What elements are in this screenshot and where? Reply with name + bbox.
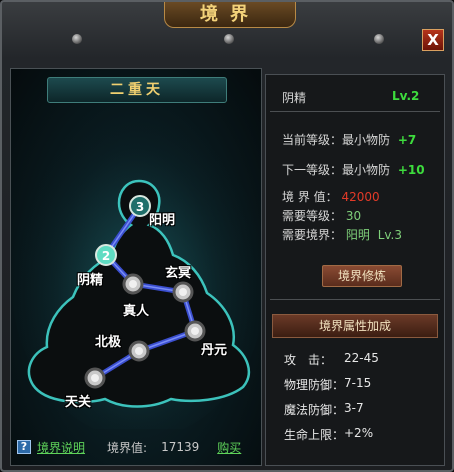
realm-detail-panel: 阴精 Lv.2 当前等级：最小物防 +7 下一等级：最小物防 +10 境 界 值… xyxy=(265,74,445,466)
node-label-danyuan: 丹元 xyxy=(201,343,228,358)
attr-phys-def-value: 7-15 xyxy=(344,376,372,390)
node-label-xuanming: 玄冥 xyxy=(165,266,192,281)
close-button[interactable]: X xyxy=(422,29,444,51)
realm-value: 17139 xyxy=(161,440,200,454)
node-label-yangming: 阳明 xyxy=(149,213,176,228)
next-level-row: 下一等级：最小物防 +10 xyxy=(282,161,425,178)
realm-node-beiji[interactable] xyxy=(128,340,150,362)
attr-hp-value: +2% xyxy=(344,426,374,440)
divider xyxy=(270,299,440,300)
realm-node-yinjing[interactable]: 2 xyxy=(95,244,117,266)
realm-node-yangming-number: 3 xyxy=(136,200,144,214)
bonus-section-header: 境界属性加成 xyxy=(272,314,438,338)
realm-node-danyuan[interactable] xyxy=(184,320,206,342)
realm-window: 境界 X 二重天 2 3 阳明 阴精 玄冥 真人 北极 丹元 天关 ? 境界说明… xyxy=(0,0,454,472)
window-title: 境界 xyxy=(164,2,296,28)
required-realm-level: Lv.3 xyxy=(377,228,402,242)
required-level-row: 需要等级： 30 xyxy=(282,207,361,224)
current-level-row: 当前等级：最小物防 +7 xyxy=(282,131,416,148)
meditation-figure: 2 3 xyxy=(11,119,263,429)
realm-value-req-label: 境 界 值： xyxy=(282,190,338,204)
attr-phys-def-label: 物理防御： xyxy=(284,378,345,392)
node-label-yinjing: 阴精 xyxy=(77,273,104,288)
realm-node-zhenren[interactable] xyxy=(122,273,144,295)
realm-node-xuanming[interactable] xyxy=(172,281,194,303)
buy-link[interactable]: 购买 xyxy=(217,439,241,456)
attr-magic-def-label: 魔法防御： xyxy=(284,403,345,417)
next-level-label: 下一等级：最小物防 xyxy=(282,163,391,177)
required-level-label: 需要等级： xyxy=(282,209,343,223)
realm-value-req: 42000 xyxy=(341,190,380,204)
realm-footer: ? 境界说明 境界值: 17139 购买 xyxy=(11,429,261,465)
help-icon[interactable]: ? xyxy=(17,440,31,454)
current-level-label: 当前等级：最小物防 xyxy=(282,133,391,147)
realm-help-link[interactable]: 境界说明 xyxy=(37,439,85,456)
node-name: 阴精 xyxy=(282,91,307,105)
realm-map-panel: 二重天 2 3 阳明 阴精 玄冥 真人 北极 丹元 天关 ? 境界说明 境界值:… xyxy=(10,68,263,466)
next-level-bonus: +10 xyxy=(397,163,425,177)
node-level: Lv.2 xyxy=(392,89,420,103)
required-realm-name: 阳明 xyxy=(345,228,370,242)
cultivate-button[interactable]: 境界修炼 xyxy=(322,265,402,287)
current-level-bonus: +7 xyxy=(397,133,417,147)
rivet-icon xyxy=(72,34,82,44)
required-realm-row: 需要境界： 阳明 Lv.3 xyxy=(282,226,402,243)
realm-node-tianguan[interactable] xyxy=(84,367,106,389)
required-level: 30 xyxy=(345,209,362,223)
divider xyxy=(270,111,440,112)
rivet-icon xyxy=(374,34,384,44)
realm-node-yangming[interactable]: 3 xyxy=(129,195,151,217)
attr-attack-value: 22-45 xyxy=(344,351,379,365)
node-label-tianguan: 天关 xyxy=(65,395,92,410)
realm-value-row: 境 界 值： 42000 xyxy=(282,188,380,205)
node-label-beiji: 北极 xyxy=(95,335,122,350)
attr-attack-label: 攻 击： xyxy=(284,353,333,367)
realm-node-yinjing-number: 2 xyxy=(102,249,110,263)
realm-value-label: 境界值: xyxy=(107,440,148,455)
node-label-zhenren: 真人 xyxy=(123,304,150,319)
required-realm-label: 需要境界： xyxy=(282,228,343,242)
attr-magic-def-value: 3-7 xyxy=(344,401,364,415)
rivet-icon xyxy=(224,34,234,44)
attr-hp-label: 生命上限： xyxy=(284,428,345,442)
